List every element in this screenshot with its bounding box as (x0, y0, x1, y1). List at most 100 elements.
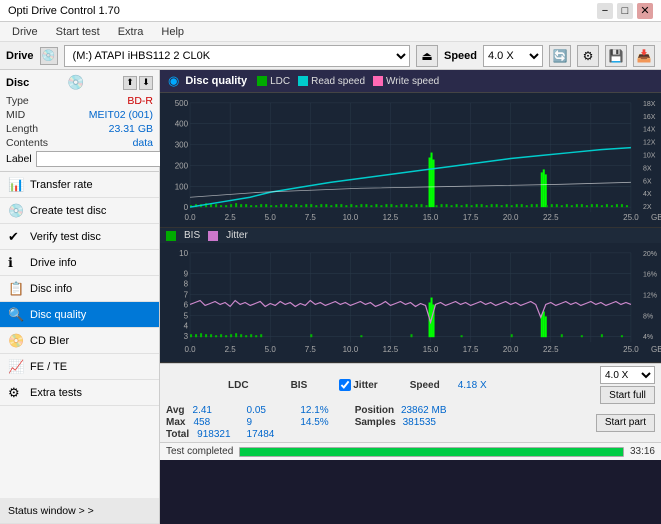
menu-start-test[interactable]: Start test (48, 24, 108, 40)
start-part-button[interactable]: Start part (596, 414, 655, 432)
cd-bier-icon: 📀 (8, 333, 24, 349)
titlebar: Opti Drive Control 1.70 − □ ✕ (0, 0, 661, 22)
read-speed-legend-label: Read speed (311, 76, 365, 87)
total-label: Total (166, 429, 189, 440)
speed-col-header: Speed (410, 380, 440, 391)
avg-label: Avg (166, 405, 185, 416)
svg-text:15.0: 15.0 (423, 213, 439, 222)
nav-disc-quality[interactable]: 🔍 Disc quality (0, 302, 159, 328)
svg-text:GB: GB (651, 345, 661, 354)
svg-text:20.0: 20.0 (503, 213, 519, 222)
svg-text:0: 0 (184, 203, 189, 212)
chart-top-svg: 500 400 300 200 100 0 0.0 2.5 5.0 7.5 10… (160, 93, 661, 227)
samples-value: 381535 (403, 417, 436, 428)
bis-jitter-legend: BIS Jitter (160, 228, 661, 243)
minimize-button[interactable]: − (597, 3, 613, 19)
jitter-legend-dot (208, 231, 218, 241)
nav-extra-tests-label: Extra tests (30, 387, 82, 399)
speed-select-drive[interactable]: 4.0 X (483, 45, 543, 67)
bis-legend-dot (166, 231, 176, 241)
chart-bottom: 10 9 8 7 6 5 4 3 20% 16% 12% 8% 4% 0.0 2… (160, 243, 661, 363)
chart-top: 500 400 300 200 100 0 0.0 2.5 5.0 7.5 10… (160, 93, 661, 228)
eject-button[interactable]: ⏏ (416, 45, 438, 67)
svg-text:6: 6 (184, 300, 189, 309)
speed-label: Speed (444, 50, 477, 62)
nav-transfer-rate-label: Transfer rate (30, 179, 93, 191)
svg-text:500: 500 (175, 99, 189, 108)
svg-text:4X: 4X (643, 191, 652, 198)
disc-btn-1[interactable]: ⬆ (123, 76, 137, 90)
nav-create-test-disc[interactable]: 💿 Create test disc (0, 198, 159, 224)
length-label: Length (6, 123, 38, 135)
max-jitter: 14.5% (300, 417, 328, 428)
nav-disc-info[interactable]: 📋 Disc info (0, 276, 159, 302)
ldc-col-header: LDC (228, 380, 249, 391)
svg-text:5.0: 5.0 (265, 345, 277, 354)
position-label: Position (355, 405, 394, 416)
disc-panel: Disc 💿 ⬆ ⬇ Type BD-R MID MEIT02 (001) Le… (0, 70, 159, 172)
svg-text:4%: 4% (643, 334, 653, 341)
max-label: Max (166, 417, 185, 428)
jitter-col-header: Jitter (353, 380, 377, 391)
write-button[interactable]: 💾 (605, 45, 627, 67)
svg-text:14X: 14X (643, 127, 656, 134)
progress-bar (239, 447, 624, 457)
avg-jitter: 12.1% (300, 405, 328, 416)
nav-fe-te[interactable]: 📈 FE / TE (0, 354, 159, 380)
svg-text:22.5: 22.5 (543, 345, 559, 354)
menubar: Drive Start test Extra Help (0, 22, 661, 42)
svg-text:4: 4 (184, 321, 189, 330)
ldc-legend-dot (257, 76, 267, 86)
close-button[interactable]: ✕ (637, 3, 653, 19)
menu-extra[interactable]: Extra (110, 24, 152, 40)
drive-select[interactable]: (M:) ATAPI iHBS112 2 CL0K (64, 45, 410, 67)
svg-text:10: 10 (179, 249, 188, 258)
start-full-button[interactable]: Start full (600, 386, 655, 404)
svg-text:300: 300 (175, 141, 189, 150)
nav-status-window[interactable]: Status window > > (0, 498, 159, 524)
content-area: ◉ Disc quality LDC Read speed Write spee… (160, 70, 661, 524)
menu-drive[interactable]: Drive (4, 24, 46, 40)
svg-text:5: 5 (184, 311, 189, 320)
maximize-button[interactable]: □ (617, 3, 633, 19)
label-input[interactable] (36, 151, 174, 167)
jitter-checkbox[interactable] (339, 379, 351, 391)
svg-text:17.5: 17.5 (463, 213, 479, 222)
nav-extra-tests[interactable]: ⚙ Extra tests (0, 380, 159, 406)
nav-verify-test-disc[interactable]: ✔ Verify test disc (0, 224, 159, 250)
ldc-legend-label: LDC (270, 76, 290, 87)
disc-quality-header: ◉ Disc quality LDC Read speed Write spee… (160, 70, 661, 93)
max-bis: 9 (247, 417, 275, 428)
svg-text:0.0: 0.0 (184, 345, 196, 354)
write-speed-legend-label: Write speed (386, 76, 439, 87)
window-controls: − □ ✕ (597, 3, 653, 19)
nav-drive-info[interactable]: ℹ Drive info (0, 250, 159, 276)
speed-select-stats[interactable]: 4.0 X (600, 366, 655, 384)
bis-col-header: BIS (291, 380, 308, 391)
type-value: BD-R (127, 95, 153, 107)
drivebar: Drive 💿 (M:) ATAPI iHBS112 2 CL0K ⏏ Spee… (0, 42, 661, 70)
nav-transfer-rate[interactable]: 📊 Transfer rate (0, 172, 159, 198)
fe-te-icon: 📈 (8, 359, 24, 375)
samples-label: Samples (355, 417, 396, 428)
write-speed-legend-dot (373, 76, 383, 86)
nav-disc-quality-label: Disc quality (30, 309, 86, 321)
bis-legend-label: BIS (184, 230, 200, 241)
settings-button[interactable]: ⚙ (577, 45, 599, 67)
svg-text:12.5: 12.5 (383, 345, 399, 354)
svg-text:8%: 8% (643, 313, 653, 320)
refresh-button[interactable]: 🔄 (549, 45, 571, 67)
disc-btn-2[interactable]: ⬇ (139, 76, 153, 90)
svg-text:17.5: 17.5 (463, 345, 479, 354)
nav-verify-test-label: Verify test disc (30, 231, 101, 243)
nav-fe-te-label: FE / TE (30, 361, 67, 373)
disc-quality-icon: 🔍 (8, 307, 24, 323)
svg-text:16X: 16X (643, 114, 656, 121)
stats-bar: LDC BIS Jitter Speed 4.18 X 4.0 X (160, 363, 661, 442)
save-button[interactable]: 📥 (633, 45, 655, 67)
svg-text:25.0: 25.0 (623, 345, 639, 354)
nav-cd-bier[interactable]: 📀 CD BIer (0, 328, 159, 354)
svg-text:12.5: 12.5 (383, 213, 399, 222)
menu-help[interactable]: Help (153, 24, 192, 40)
speed-value-display: 4.18 X (458, 380, 487, 391)
